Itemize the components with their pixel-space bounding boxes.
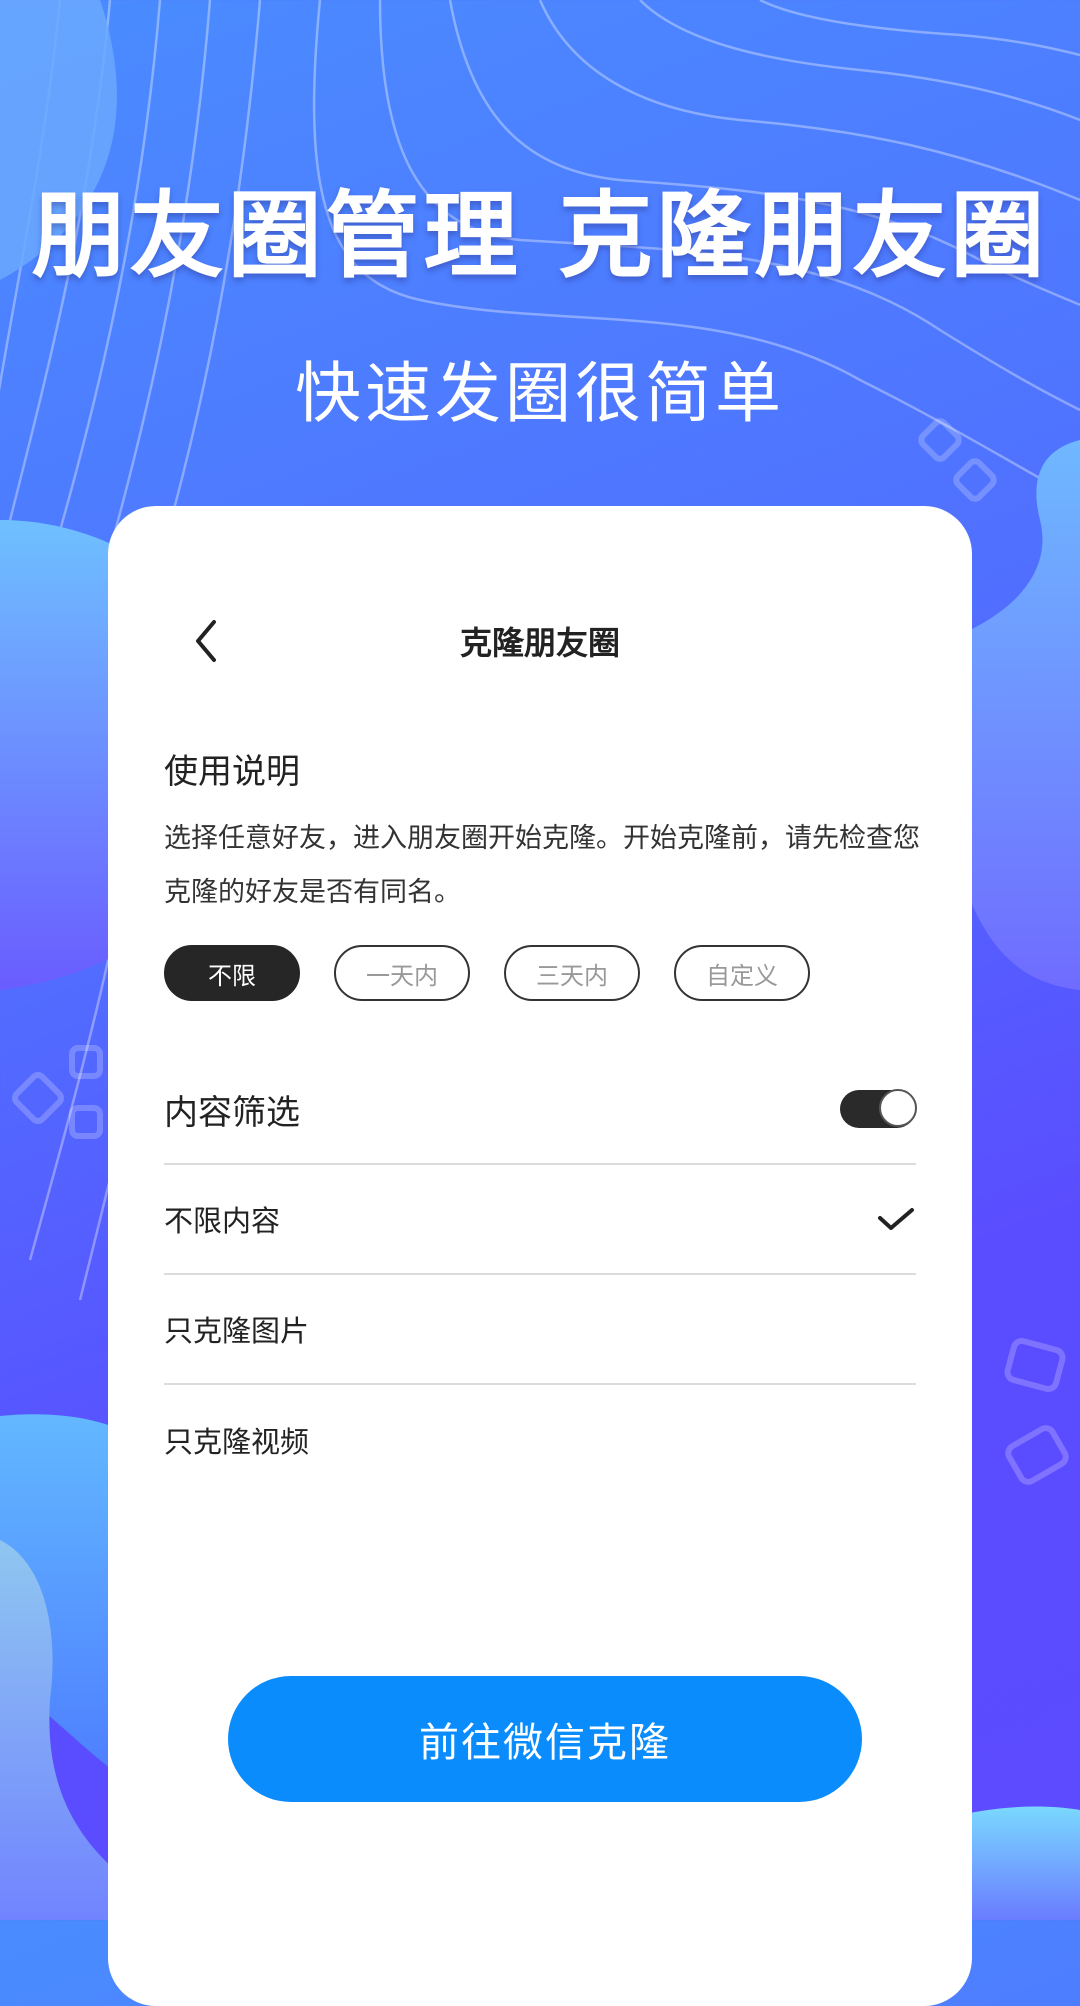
promo-subheadline: 快速发圈很简单 xyxy=(295,355,785,432)
instructions-heading: 使用说明 xyxy=(164,752,300,792)
option-unlimited-content[interactable]: 不限内容 xyxy=(164,1165,916,1275)
time-filter-three-days[interactable]: 三天内 xyxy=(504,945,640,1001)
option-label: 只克隆视频 xyxy=(164,1425,310,1459)
content-filter-label: 内容筛选 xyxy=(164,1092,300,1133)
blob-right-bottom xyxy=(970,1806,1080,1920)
option-label: 不限内容 xyxy=(164,1204,281,1238)
go-to-wechat-clone-button[interactable]: 前往微信克隆 xyxy=(228,1676,862,1802)
option-label: 只克隆图片 xyxy=(164,1314,310,1348)
time-filter-group: 不限 一天内 三天内 自定义 xyxy=(164,945,810,1001)
option-images-only[interactable]: 只克隆图片 xyxy=(164,1275,916,1385)
instructions-text: 选择任意好友，进入朋友圈开始克隆。开始克隆前，请先检查您克隆的好友是否有同名。 xyxy=(164,823,920,908)
content-filter-toggle[interactable] xyxy=(840,1089,917,1128)
content-filter-row: 内容筛选 xyxy=(164,1055,917,1165)
blob-right-middle xyxy=(970,440,1080,990)
checkmark-icon xyxy=(878,1208,914,1230)
screen-title: 克隆朋友圈 xyxy=(459,624,620,662)
promo-headline: 朋友圈管理 克隆朋友圈 xyxy=(31,182,1049,291)
phone-screen-card: 克隆朋友圈 使用说明 选择任意好友，进入朋友圈开始克隆。开始克隆前，请先检查您克… xyxy=(108,506,972,2006)
time-filter-one-day[interactable]: 一天内 xyxy=(334,945,470,1001)
time-filter-unlimited[interactable]: 不限 xyxy=(164,945,300,1001)
option-videos-only[interactable]: 只克隆视频 xyxy=(164,1385,916,1495)
time-filter-custom[interactable]: 自定义 xyxy=(674,945,810,1001)
toggle-knob xyxy=(879,1089,917,1127)
